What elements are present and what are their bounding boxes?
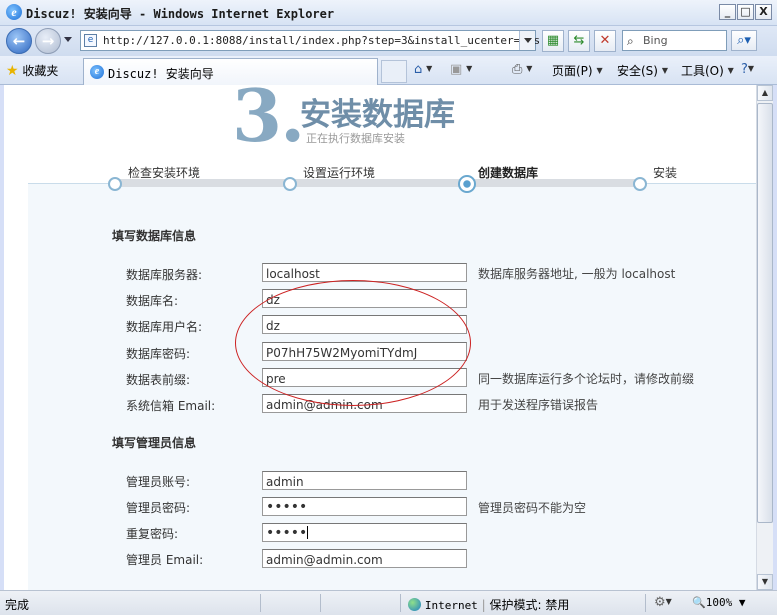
ie-logo-icon: e — [6, 4, 22, 20]
tab-label: Discuz! 安装向导 — [108, 67, 214, 81]
globe-icon — [408, 598, 421, 611]
status-divider — [320, 594, 321, 612]
star-icon: ★ — [6, 63, 19, 79]
zone-label: Internet — [424, 599, 478, 612]
step-number: 3. — [232, 85, 305, 158]
admin-account-input[interactable]: admin — [262, 471, 467, 490]
admin-password-input[interactable]: ••••• — [262, 497, 467, 516]
repeat-password-value: ••••• — [266, 525, 308, 541]
zoom-level: 100% — [705, 596, 733, 609]
red-annotation-ellipse — [235, 280, 471, 406]
tools-menu-label: 工具(O) — [681, 64, 724, 78]
maximize-button[interactable]: □ — [737, 4, 754, 20]
admin-section-title: 填写管理员信息 — [112, 436, 197, 450]
step-label-1: 检查安装环境 — [128, 166, 201, 180]
step-label-2: 设置运行环境 — [303, 166, 376, 180]
back-button[interactable]: ← — [6, 28, 32, 54]
address-dropdown-icon[interactable] — [519, 31, 535, 50]
admin-password-label: 管理员密码: — [126, 501, 191, 515]
zoom-button[interactable]: 🔍100% ▼ — [692, 596, 745, 609]
address-url[interactable]: http://127.0.0.1:8088/install/index.php?… — [103, 34, 540, 47]
stop-icon[interactable]: ✕ — [594, 30, 616, 52]
db-host-label: 数据库服务器: — [126, 268, 203, 282]
admin-password-hint: 管理员密码不能为空 — [478, 501, 587, 515]
page-menu[interactable]: 页面(P) ▼ — [552, 62, 603, 79]
page-icon: e — [84, 34, 97, 47]
security-zone[interactable]: Internet | 保护模式: 禁用 — [408, 596, 569, 613]
admin-account-label: 管理员账号: — [126, 475, 191, 489]
page-viewport: 3. 安装数据库 正在执行数据库安装 检查安装环境 设置运行环境 创建数据库 安… — [4, 85, 756, 590]
favorites-label: 收藏夹 — [22, 64, 59, 78]
page-title: 安装数据库 — [300, 97, 455, 133]
search-icon: ⌕ — [627, 34, 634, 48]
system-email-hint: 用于发送程序错误报告 — [478, 398, 599, 412]
new-tab-button[interactable] — [381, 60, 407, 83]
table-prefix-hint: 同一数据库运行多个论坛时，请修改前缀 — [478, 372, 695, 386]
forward-button[interactable]: → — [35, 28, 61, 54]
db-user-label: 数据库用户名: — [126, 320, 203, 334]
tools-menu[interactable]: 工具(O) ▼ — [681, 62, 734, 79]
window-title: Discuz! 安装向导 - Windows Internet Explorer — [26, 7, 335, 21]
admin-email-input[interactable]: admin@admin.com — [262, 549, 467, 568]
address-toolbar: ← → e http://127.0.0.1:8088/install/inde… — [0, 26, 777, 56]
close-window-button[interactable]: X — [755, 4, 772, 20]
text-caret — [307, 526, 309, 539]
command-bar: ★ 收藏夹 e Discuz! 安装向导 ⌂ ▼ ▣ ▼ ⎙ ▼ 页面(P) ▼… — [0, 56, 777, 85]
repeat-password-label: 重复密码: — [126, 527, 179, 541]
lock-icon: ⚙ — [654, 595, 666, 610]
minimize-button[interactable]: _ — [719, 4, 736, 20]
status-divider — [260, 594, 261, 612]
favorites-button[interactable]: ★ 收藏夹 — [6, 62, 58, 79]
admin-email-label: 管理员 Email: — [126, 553, 204, 567]
compatibility-view-icon[interactable]: ▦ — [542, 30, 564, 52]
safety-menu[interactable]: 安全(S) ▼ — [617, 62, 668, 79]
page-menu-label: 页面(P) — [552, 64, 593, 78]
search-button[interactable]: ⌕▾ — [731, 30, 757, 51]
page-subtitle: 正在执行数据库安装 — [306, 132, 405, 145]
tab-ie-icon: e — [90, 65, 104, 79]
scroll-thumb[interactable] — [757, 103, 773, 523]
db-host-input[interactable]: localhost — [262, 263, 467, 282]
step-dot-1 — [108, 177, 122, 191]
db-password-label: 数据库密码: — [126, 347, 191, 361]
system-email-label: 系统信箱 Email: — [126, 399, 216, 413]
zoom-icon: 🔍 — [692, 596, 706, 609]
search-placeholder: Bing — [643, 34, 668, 47]
protected-mode-label: 保护模式: 禁用 — [489, 598, 570, 612]
feeds-icon: ▣ — [450, 62, 463, 77]
feeds-button[interactable]: ▣ ▼ — [450, 62, 472, 77]
db-section-title: 填写数据库信息 — [112, 229, 197, 243]
home-icon: ⌂ — [414, 62, 423, 77]
step-dot-2 — [283, 177, 297, 191]
status-divider — [645, 594, 646, 612]
step-dot-4 — [633, 177, 647, 191]
table-prefix-label: 数据表前缀: — [126, 373, 191, 387]
status-text: 完成 — [5, 598, 30, 612]
status-bar: 完成 Internet | 保护模式: 禁用 ⚙▼ 🔍100% ▼ — [0, 590, 777, 615]
safety-menu-label: 安全(S) — [617, 64, 658, 78]
zone-separator: | — [481, 598, 486, 612]
repeat-password-input[interactable]: ••••• — [262, 523, 467, 542]
step-dot-3-current — [458, 175, 476, 193]
help-button[interactable]: ?▼ — [741, 62, 754, 77]
db-name-label: 数据库名: — [126, 294, 179, 308]
print-button[interactable]: ⎙ ▼ — [512, 62, 532, 77]
vertical-scrollbar[interactable]: ▲ ▼ — [756, 85, 773, 590]
refresh-icon[interactable]: ⇆ — [568, 30, 590, 52]
browser-tab[interactable]: e Discuz! 安装向导 — [83, 58, 378, 85]
history-dropdown-icon[interactable] — [64, 37, 72, 42]
step-label-4: 安装 — [653, 166, 678, 180]
help-icon: ? — [741, 62, 748, 77]
db-host-hint: 数据库服务器地址, 一般为 localhost — [478, 267, 676, 281]
title-bar: e Discuz! 安装向导 - Windows Internet Explor… — [0, 0, 777, 26]
home-button[interactable]: ⌂ ▼ — [414, 62, 432, 77]
step-label-3: 创建数据库 — [478, 166, 539, 180]
scroll-down-icon[interactable]: ▼ — [757, 574, 773, 590]
address-bar[interactable]: e http://127.0.0.1:8088/install/index.ph… — [80, 30, 540, 51]
popup-blocker-button[interactable]: ⚙▼ — [654, 595, 672, 610]
scroll-up-icon[interactable]: ▲ — [757, 85, 773, 101]
search-input[interactable]: ⌕ Bing — [622, 30, 727, 51]
status-divider — [400, 594, 401, 612]
print-icon: ⎙ — [512, 62, 523, 77]
